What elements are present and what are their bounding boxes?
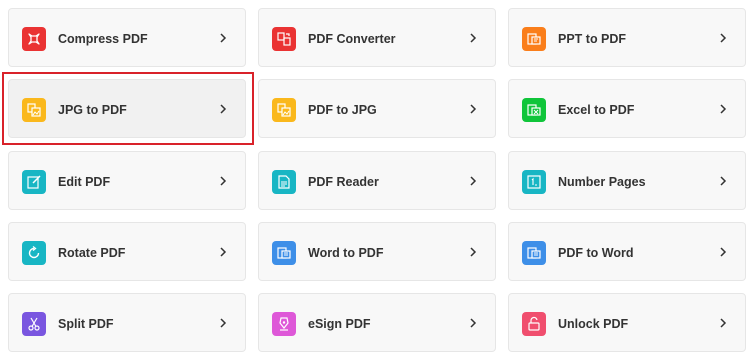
chevron-right-icon [470, 33, 477, 43]
ppt-icon [522, 27, 546, 51]
tool-label: Word to PDF [308, 246, 384, 260]
tool-card-jpg-to-pdf[interactable]: JPG to PDF [8, 79, 246, 138]
tool-card-ppt-to-pdf[interactable]: PPT to PDF [508, 8, 746, 67]
convert-icon [272, 27, 296, 51]
tool-label: PDF to JPG [308, 103, 377, 117]
chevron-right-icon [720, 176, 727, 186]
tool-card-pdf-to-word[interactable]: PDF to Word [508, 222, 746, 281]
tool-label: Rotate PDF [58, 246, 126, 260]
chevron-right-icon [720, 33, 727, 43]
pen-icon [272, 312, 296, 336]
tool-label: Edit PDF [58, 175, 111, 189]
chevron-right-icon [470, 318, 477, 328]
tool-label: PDF Reader [308, 175, 379, 189]
chevron-right-icon [220, 104, 227, 114]
tool-label: PPT to PDF [558, 32, 627, 46]
unlock-icon [522, 312, 546, 336]
tool-label: PDF to Word [558, 246, 634, 260]
tool-label: PDF Converter [308, 32, 396, 46]
chevron-right-icon [470, 176, 477, 186]
tool-card-excel-to-pdf[interactable]: Excel to PDF [508, 79, 746, 138]
tool-card-split-pdf[interactable]: Split PDF [8, 293, 246, 352]
chevron-right-icon [220, 247, 227, 257]
number-icon [522, 170, 546, 194]
tool-label: Excel to PDF [558, 103, 635, 117]
edit-icon [22, 170, 46, 194]
tool-label: Split PDF [58, 317, 114, 331]
chevron-right-icon [220, 176, 227, 186]
tool-card-number-pages[interactable]: Number Pages [508, 151, 746, 210]
chevron-right-icon [220, 318, 227, 328]
scissors-icon [22, 312, 46, 336]
compress-icon [22, 27, 46, 51]
tool-label: Number Pages [558, 175, 646, 189]
tool-card-rotate-pdf[interactable]: Rotate PDF [8, 222, 246, 281]
tool-card-unlock-pdf[interactable]: Unlock PDF [508, 293, 746, 352]
reader-icon [272, 170, 296, 194]
tool-label: Unlock PDF [558, 317, 629, 331]
tools-grid: Compress PDF PDF Converter PPT to PDF JP… [0, 0, 755, 364]
tool-card-pdf-to-jpg[interactable]: PDF to JPG [258, 79, 496, 138]
chevron-right-icon [720, 104, 727, 114]
tool-card-word-to-pdf[interactable]: Word to PDF [258, 222, 496, 281]
tool-card-edit-pdf[interactable]: Edit PDF [8, 151, 246, 210]
tool-card-compress-pdf[interactable]: Compress PDF [8, 8, 246, 67]
image-icon [22, 98, 46, 122]
chevron-right-icon [470, 104, 477, 114]
chevron-right-icon [720, 247, 727, 257]
chevron-right-icon [220, 33, 227, 43]
word-icon [522, 241, 546, 265]
chevron-right-icon [720, 318, 727, 328]
tool-card-pdf-converter[interactable]: PDF Converter [258, 8, 496, 67]
excel-icon [522, 98, 546, 122]
word-icon [272, 241, 296, 265]
tool-label: eSign PDF [308, 317, 371, 331]
chevron-right-icon [470, 247, 477, 257]
tool-label: JPG to PDF [58, 103, 127, 117]
tool-label: Compress PDF [58, 32, 148, 46]
tool-card-esign-pdf[interactable]: eSign PDF [258, 293, 496, 352]
image-icon [272, 98, 296, 122]
rotate-icon [22, 241, 46, 265]
tool-card-pdf-reader[interactable]: PDF Reader [258, 151, 496, 210]
